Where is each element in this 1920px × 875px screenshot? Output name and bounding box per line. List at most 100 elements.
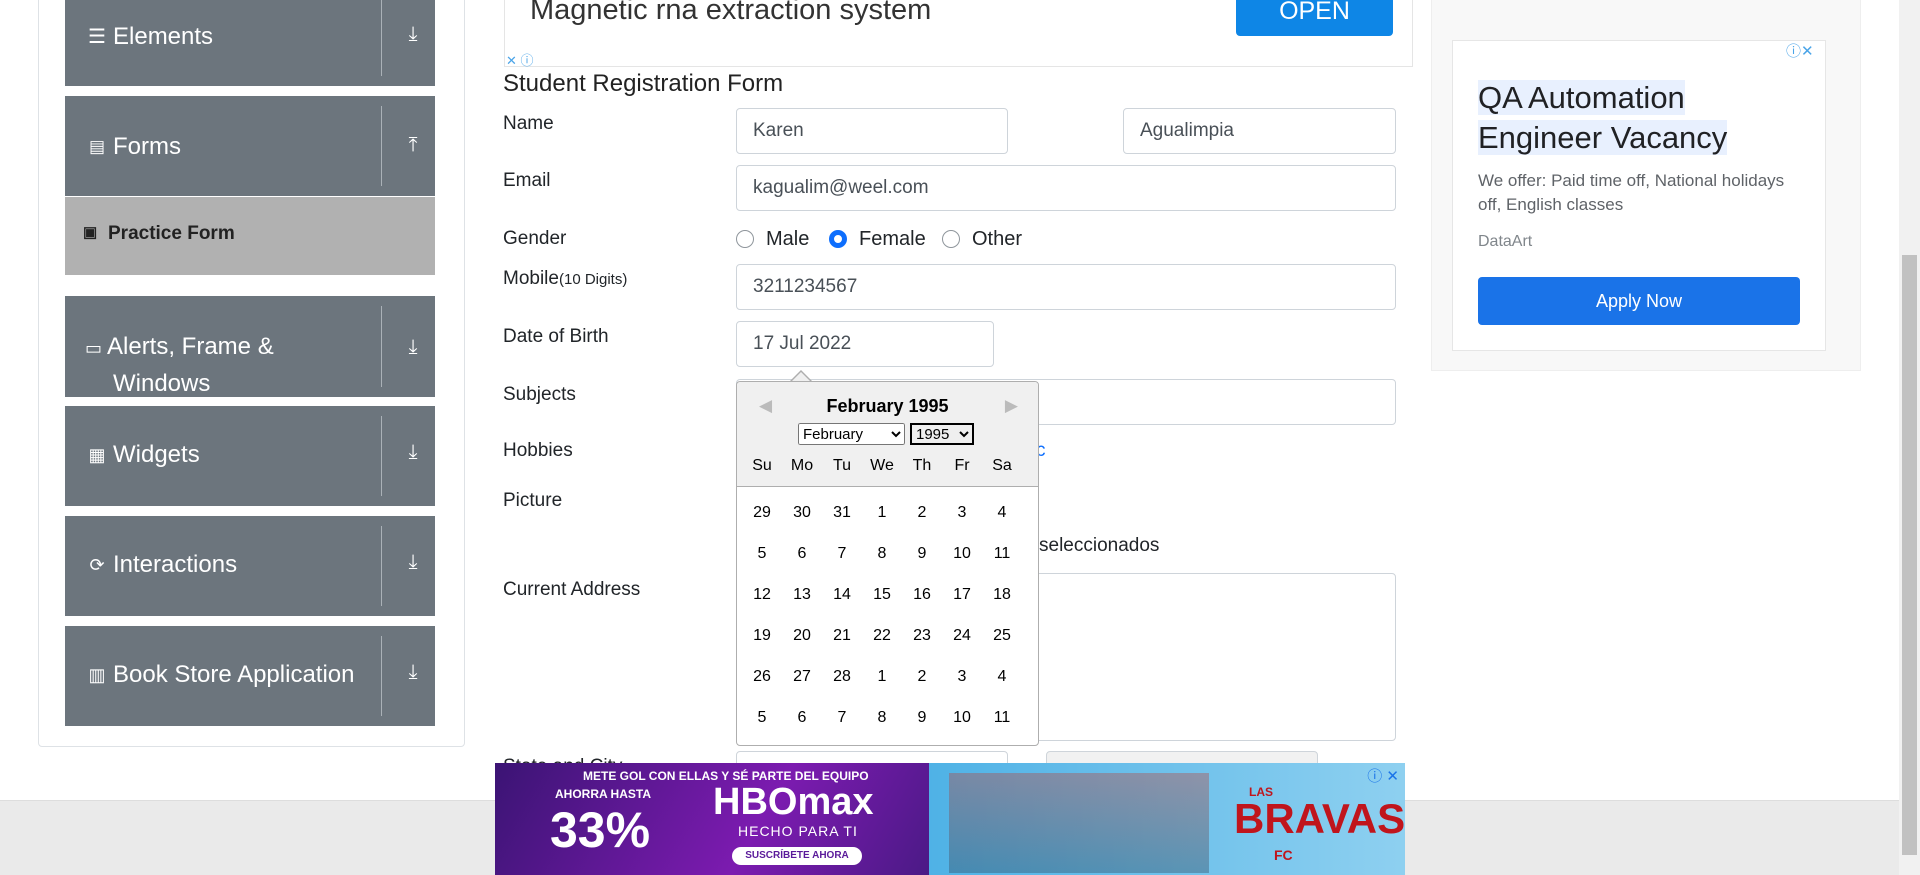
radio-circle[interactable] (942, 230, 960, 248)
scrollbar-thumb[interactable] (1902, 255, 1917, 855)
calendar-day[interactable]: 21 (822, 627, 862, 645)
right-ad-title[interactable]: QA Automation Engineer Vacancy (1478, 78, 1788, 158)
calendar-day[interactable]: 4 (982, 504, 1022, 522)
calendar-day[interactable]: 24 (942, 627, 982, 645)
radio-circle-selected[interactable] (829, 230, 847, 248)
sidebar-group-label: Elements (113, 23, 214, 50)
calendar-day[interactable]: 9 (902, 545, 942, 563)
download-arrow-icon[interactable]: ⤓ (401, 23, 425, 51)
bottom-ad-banner[interactable]: METE GOL CON ELLAS Y SÉ PARTE DEL EQUIPO… (495, 763, 1405, 875)
calendar-day[interactable]: 5 (742, 545, 782, 563)
calendar-day[interactable]: 9 (902, 709, 942, 727)
download-arrow-icon[interactable]: ⤓ (401, 661, 425, 689)
calendar-day[interactable]: 30 (782, 504, 822, 522)
calendar-day[interactable]: 3 (942, 504, 982, 522)
calendar-day[interactable]: 8 (862, 709, 902, 727)
ad-cta-button[interactable]: SUSCRÍBETE AHORA (732, 847, 862, 865)
calendar-day[interactable]: 12 (742, 586, 782, 604)
calendar-day[interactable]: 28 (822, 668, 862, 686)
gender-other-radio[interactable]: Other (942, 228, 1022, 250)
gender-female-radio[interactable]: Female (829, 227, 926, 250)
calendar-day[interactable]: 11 (982, 709, 1022, 727)
first-name-input[interactable]: Karen (736, 108, 1008, 154)
radio-label: Male (766, 227, 810, 250)
calendar-day[interactable]: 7 (822, 709, 862, 727)
ad-show-title: BRAVAS (1234, 795, 1405, 842)
calendar-day[interactable]: 22 (862, 627, 902, 645)
calendar-day[interactable]: 10 (942, 545, 982, 563)
gender-male-radio[interactable]: Male (736, 227, 810, 250)
sidebar-group-forms[interactable]: ▤ Forms ⤒ (65, 96, 435, 196)
calendar-day[interactable]: 2 (902, 504, 942, 522)
mobile-input[interactable]: 3211234567 (736, 264, 1396, 310)
calendar-day[interactable]: 27 (782, 668, 822, 686)
calendar-day[interactable]: 10 (942, 709, 982, 727)
calendar-day[interactable]: 29 (742, 504, 782, 522)
calendar-day[interactable]: 31 (822, 504, 862, 522)
calendar-day[interactable]: 16 (902, 586, 942, 604)
calendar-day[interactable]: 13 (782, 586, 822, 604)
calendar-day[interactable]: 6 (782, 545, 822, 563)
download-arrow-icon[interactable]: ⤓ (401, 551, 425, 579)
calendar-day[interactable]: 1 (862, 668, 902, 686)
calendar-day[interactable]: 14 (822, 586, 862, 604)
day-name: Su (752, 457, 772, 474)
divider (381, 636, 382, 716)
month-select[interactable]: February (798, 423, 905, 445)
calendar-day[interactable]: 18 (982, 586, 1022, 604)
ad-tagline: HECHO PARA TI (738, 823, 858, 839)
dob-label: Date of Birth (503, 326, 609, 347)
calendar-day[interactable]: 25 (982, 627, 1022, 645)
calendar-day[interactable]: 7 (822, 545, 862, 563)
datepicker: ◀ February 1995 ▶ February 1995 Su Mo Tu We… (736, 381, 1039, 746)
radio-circle[interactable] (736, 230, 754, 248)
sidebar-group-elements[interactable]: ☰ Elements ⤓ (65, 0, 435, 86)
divider (381, 416, 382, 496)
widgets-icon: ▦ (88, 445, 106, 465)
sidebar-item-practice-form[interactable]: ▣ Practice Form (65, 197, 435, 275)
sidebar-item-label: Practice Form (108, 223, 235, 244)
hbo-ad-left: METE GOL CON ELLAS Y SÉ PARTE DEL EQUIPO… (495, 763, 929, 875)
gender-label: Gender (503, 228, 567, 249)
apply-now-button[interactable]: Apply Now (1478, 277, 1800, 325)
calendar-day[interactable]: 4 (982, 668, 1022, 686)
calendar-day[interactable]: 2 (902, 668, 942, 686)
calendar-day[interactable]: 11 (982, 545, 1022, 563)
calendar-day[interactable]: 23 (902, 627, 942, 645)
email-input[interactable]: kagualim@weel.com (736, 165, 1396, 211)
calendar-day[interactable]: 8 (862, 545, 902, 563)
ad-choices-icon[interactable]: ⓘ✕ (1786, 40, 1814, 61)
calendar-day[interactable]: 26 (742, 668, 782, 686)
download-arrow-icon[interactable]: ⤓ (401, 441, 425, 469)
calendar-day[interactable]: 1 (862, 504, 902, 522)
upload-arrow-icon[interactable]: ⤒ (401, 134, 425, 162)
calendar-day[interactable]: 3 (942, 668, 982, 686)
sidebar-group-widgets[interactable]: ▦ Widgets ⤓ (65, 406, 435, 506)
top-ad-open-button[interactable]: OPEN (1236, 0, 1393, 36)
next-month-icon[interactable]: ▶ (1005, 396, 1018, 416)
ad-choices-icon[interactable]: ✕ ⓘ (506, 50, 534, 69)
calendar-day[interactable]: 5 (742, 709, 782, 727)
calendar-day[interactable]: 17 (942, 586, 982, 604)
download-arrow-icon[interactable]: ⤓ (401, 336, 425, 364)
calendar-day[interactable]: 6 (782, 709, 822, 727)
top-ad-text[interactable]: Magnetic rna extraction system (530, 0, 931, 27)
datepicker-month-title: February 1995 (826, 396, 949, 416)
mobile-label: Mobile(10 Digits) (503, 268, 628, 289)
calendar-day[interactable]: 15 (862, 586, 902, 604)
last-name-input[interactable]: Agualimpia (1123, 108, 1396, 154)
divider (381, 0, 382, 76)
dob-input[interactable]: 17 Jul 2022 (736, 321, 994, 367)
sidebar-group-alerts[interactable]: ▭ Alerts, Frame & Windows ⤓ (65, 296, 435, 397)
divider (381, 526, 382, 606)
mobile-hint: (10 Digits) (558, 271, 628, 288)
sidebar-group-interactions[interactable]: ⟳ Interactions ⤓ (65, 516, 435, 616)
calendar-day[interactable]: 20 (782, 627, 822, 645)
email-label: Email (503, 170, 551, 191)
day-name: Sa (992, 457, 1012, 474)
radio-label: Female (859, 227, 926, 250)
ad-close-icon[interactable]: ⓘ ✕ (1367, 765, 1399, 786)
calendar-day[interactable]: 19 (742, 627, 782, 645)
sidebar-group-book-store[interactable]: ▥ Book Store Application ⤓ (65, 626, 435, 726)
year-select[interactable]: 1995 (910, 423, 974, 445)
